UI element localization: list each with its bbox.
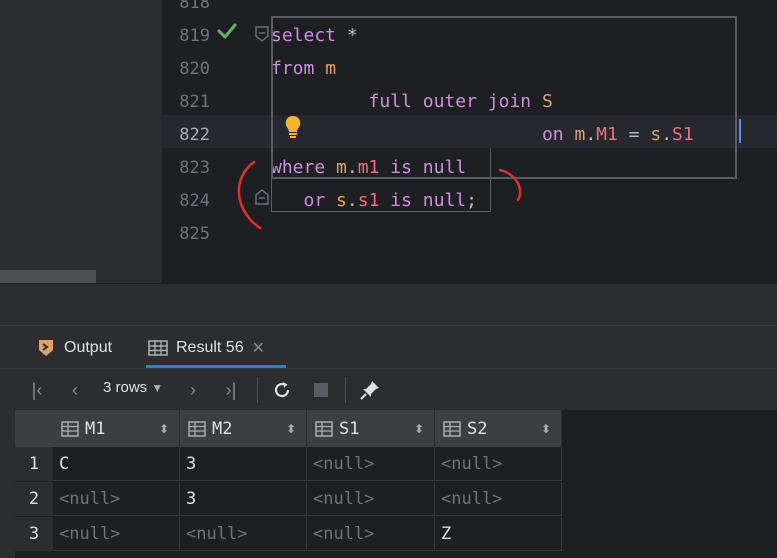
toolbar-separator <box>257 377 258 403</box>
horizontal-scrollbar[interactable] <box>0 270 96 283</box>
first-page-icon[interactable]: |‹ <box>24 377 50 403</box>
row-number[interactable]: 3 <box>15 517 53 551</box>
table-cell[interactable]: <null> <box>307 447 435 481</box>
tab-output[interactable]: Output <box>36 326 112 369</box>
table-cell[interactable]: Z <box>435 517 562 551</box>
table-icon <box>148 339 168 356</box>
column-icon <box>315 420 333 437</box>
sort-icon[interactable]: ⬍ <box>541 422 551 436</box>
column-icon <box>443 420 461 437</box>
tool-window-tabs: Output Result 56 ✕ <box>0 325 777 369</box>
next-page-icon[interactable]: › <box>180 377 206 403</box>
stop-icon[interactable] <box>308 377 334 403</box>
grid-corner <box>15 410 53 447</box>
rows-count-label: 3 rows <box>103 379 148 396</box>
left-panel <box>0 0 162 283</box>
result-grid[interactable]: M1 ⬍ M2 ⬍ S1 ⬍ S2 ⬍ 1 C 3 <null> <null> 2 <null> 3 <null… <box>0 410 777 558</box>
sort-icon[interactable]: ⬍ <box>286 422 296 436</box>
table-cell[interactable]: 3 <box>180 482 307 516</box>
tab-output-label: Output <box>64 338 113 356</box>
result-toolbar: |‹ ‹ 3 rows ▼ › ›| <box>0 368 777 411</box>
refresh-icon[interactable] <box>269 377 295 403</box>
chevron-down-icon: ▼ <box>151 381 164 395</box>
column-header-label: S1 <box>339 418 360 439</box>
table-cell[interactable]: <null> <box>53 517 180 551</box>
pin-icon[interactable] <box>357 377 383 403</box>
tab-result-label: Result 56 <box>176 338 244 356</box>
column-header-s1[interactable]: S1 ⬍ <box>307 410 435 447</box>
sort-icon[interactable]: ⬍ <box>159 422 169 436</box>
sql-editor[interactable]: 818 819 820 821 822 823 824 825 select * from m … <box>162 0 777 283</box>
panel-divider[interactable] <box>0 283 777 326</box>
red-annotation-marks <box>237 160 522 230</box>
table-cell[interactable]: <null> <box>307 482 435 516</box>
column-header-s2[interactable]: S2 ⬍ <box>435 410 562 447</box>
column-header-m2[interactable]: M2 ⬍ <box>180 410 307 447</box>
table-cell[interactable]: <null> <box>435 482 562 516</box>
sort-icon[interactable]: ⬍ <box>414 422 424 436</box>
grid-left-margin <box>0 410 15 558</box>
column-header-m1[interactable]: M1 ⬍ <box>53 410 180 447</box>
last-page-icon[interactable]: ›| <box>218 377 244 403</box>
column-icon <box>188 420 206 437</box>
close-tab-icon[interactable]: ✕ <box>252 338 265 358</box>
column-header-label: S2 <box>467 418 488 439</box>
table-cell[interactable]: <null> <box>435 447 562 481</box>
table-cell[interactable]: C <box>53 447 180 481</box>
tab-result[interactable]: Result 56 ✕ <box>148 326 265 369</box>
column-header-label: M2 <box>212 418 233 439</box>
previous-page-icon[interactable]: ‹ <box>62 377 88 403</box>
table-cell[interactable]: <null> <box>53 482 180 516</box>
toolbar-separator <box>345 377 346 403</box>
column-header-label: M1 <box>85 418 106 439</box>
table-cell[interactable]: <null> <box>180 517 307 551</box>
table-cell[interactable]: <null> <box>307 517 435 551</box>
rows-count-dropdown[interactable]: 3 rows ▼ <box>103 379 163 396</box>
row-number[interactable]: 1 <box>15 447 53 481</box>
table-cell[interactable]: 3 <box>180 447 307 481</box>
row-number[interactable]: 2 <box>15 482 53 516</box>
column-icon <box>61 420 79 437</box>
output-icon <box>39 339 53 356</box>
